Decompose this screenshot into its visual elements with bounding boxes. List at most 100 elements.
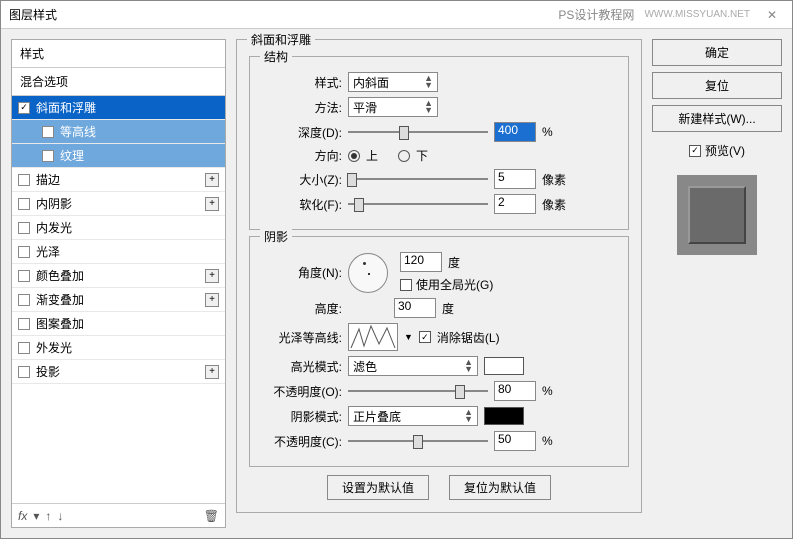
style-item[interactable]: 内阴影 +	[12, 192, 225, 216]
style-checkbox[interactable]	[18, 342, 30, 354]
style-item[interactable]: 描边 +	[12, 168, 225, 192]
style-checkbox[interactable]	[18, 294, 30, 306]
add-effect-icon[interactable]: +	[205, 197, 219, 211]
styles-sidebar: 样式 混合选项 ✓斜面和浮雕等高线纹理描边+内阴影+内发光光泽颜色叠加+渐变叠加…	[11, 39, 226, 528]
angle-input[interactable]: 120	[400, 252, 442, 272]
style-item[interactable]: 投影 +	[12, 360, 225, 384]
style-checkbox[interactable]	[18, 222, 30, 234]
highlight-color-swatch[interactable]	[484, 357, 524, 375]
style-checkbox[interactable]	[18, 270, 30, 282]
style-checkbox[interactable]	[18, 174, 30, 186]
gloss-contour-label: 光泽等高线:	[262, 329, 342, 346]
cancel-button[interactable]: 复位	[652, 72, 782, 99]
style-item[interactable]: 图案叠加	[12, 312, 225, 336]
style-checkbox[interactable]	[18, 198, 30, 210]
style-item-label: 纹理	[60, 147, 84, 164]
method-select[interactable]: 平滑▲▼	[348, 97, 438, 117]
chevron-down-icon[interactable]: ▾	[33, 509, 39, 523]
watermark-url: WWW.MISSYUAN.NET	[644, 9, 750, 20]
add-effect-icon[interactable]: +	[205, 365, 219, 379]
fx-icon[interactable]: fx	[18, 509, 27, 523]
trash-icon[interactable]: 🗑	[204, 509, 219, 523]
style-item-label: 外发光	[36, 339, 72, 356]
style-item[interactable]: 外发光	[12, 336, 225, 360]
ok-button[interactable]: 确定	[652, 39, 782, 66]
method-label: 方法:	[262, 99, 342, 116]
new-style-button[interactable]: 新建样式(W)...	[652, 105, 782, 132]
angle-dial[interactable]	[348, 253, 388, 293]
select-arrows-icon: ▲▼	[464, 409, 473, 423]
add-effect-icon[interactable]: +	[205, 269, 219, 283]
hl-opacity-label: 不透明度(O):	[262, 383, 342, 400]
depth-slider[interactable]	[348, 124, 488, 140]
blend-options[interactable]: 混合选项	[12, 68, 225, 96]
hl-opacity-slider[interactable]	[348, 383, 488, 399]
style-item-label: 颜色叠加	[36, 267, 84, 284]
size-label: 大小(Z):	[262, 171, 342, 188]
style-item-label: 描边	[36, 171, 60, 188]
style-checkbox[interactable]	[42, 126, 54, 138]
preview-thumbnail	[677, 175, 757, 255]
size-slider[interactable]	[348, 171, 488, 187]
style-item[interactable]: 内发光	[12, 216, 225, 240]
layer-style-dialog: 图层样式 PS设计教程网 WWW.MISSYUAN.NET ✕ 样式 混合选项 …	[0, 0, 793, 539]
style-item[interactable]: 渐变叠加+	[12, 288, 225, 312]
style-item[interactable]: 光泽	[12, 240, 225, 264]
style-checkbox[interactable]	[18, 246, 30, 258]
dialog-title: 图层样式	[9, 6, 57, 23]
shadow-color-swatch[interactable]	[484, 407, 524, 425]
style-item-label: 斜面和浮雕	[36, 99, 96, 116]
direction-up-radio[interactable]	[348, 150, 360, 162]
sh-opacity-input[interactable]: 50	[494, 431, 536, 451]
altitude-label: 高度:	[262, 300, 342, 317]
styles-header[interactable]: 样式	[12, 40, 225, 68]
style-checkbox[interactable]: ✓	[18, 102, 30, 114]
close-icon[interactable]: ✕	[760, 6, 784, 24]
set-default-button[interactable]: 设置为默认值	[327, 475, 429, 500]
add-effect-icon[interactable]: +	[205, 173, 219, 187]
depth-label: 深度(D):	[262, 124, 342, 141]
style-item[interactable]: 纹理	[12, 144, 225, 168]
style-item[interactable]: ✓ 斜面和浮雕	[12, 96, 225, 120]
sh-opacity-label: 不透明度(C):	[262, 433, 342, 450]
select-arrows-icon: ▲▼	[424, 100, 433, 114]
px-label: 像素	[542, 171, 566, 188]
bevel-emboss-panel: 斜面和浮雕 结构 样式: 内斜面▲▼ 方法: 平滑▲▼ 深度(D): 400	[236, 39, 642, 528]
style-checkbox[interactable]	[42, 150, 54, 162]
style-item-label: 内阴影	[36, 195, 72, 212]
soften-input[interactable]: 2	[494, 194, 536, 214]
depth-input[interactable]: 400	[494, 122, 536, 142]
right-panel: 确定 复位 新建样式(W)... 预览(V)	[652, 39, 782, 528]
gloss-contour-picker[interactable]	[348, 323, 398, 351]
style-list: ✓斜面和浮雕等高线纹理描边+内阴影+内发光光泽颜色叠加+渐变叠加+图案叠加外发光…	[12, 96, 225, 503]
structure-section: 结构 样式: 内斜面▲▼ 方法: 平滑▲▼ 深度(D): 400 %	[249, 56, 629, 230]
global-light-checkbox[interactable]	[400, 279, 412, 291]
antialias-checkbox[interactable]	[419, 331, 431, 343]
arrow-down-icon[interactable]: ↓	[57, 509, 63, 523]
size-input[interactable]: 5	[494, 169, 536, 189]
watermark-text: PS设计教程网	[558, 6, 634, 23]
direction-down-radio[interactable]	[398, 150, 410, 162]
style-item[interactable]: 颜色叠加 +	[12, 264, 225, 288]
direction-label: 方向:	[262, 147, 342, 164]
add-effect-icon[interactable]: +	[205, 293, 219, 307]
style-item-label: 等高线	[60, 123, 96, 140]
highlight-mode-select[interactable]: 滤色▲▼	[348, 356, 478, 376]
style-checkbox[interactable]	[18, 366, 30, 378]
style-checkbox[interactable]	[18, 318, 30, 330]
style-item-label: 图案叠加	[36, 315, 84, 332]
preview-checkbox[interactable]	[689, 145, 701, 157]
style-item-label: 投影	[36, 363, 60, 380]
style-item-label: 光泽	[36, 243, 60, 260]
style-item[interactable]: 等高线	[12, 120, 225, 144]
altitude-input[interactable]: 30	[394, 298, 436, 318]
soften-slider[interactable]	[348, 196, 488, 212]
chevron-down-icon[interactable]: ▼	[404, 332, 413, 342]
shadow-mode-label: 阴影模式:	[262, 408, 342, 425]
reset-default-button[interactable]: 复位为默认值	[449, 475, 551, 500]
shadow-mode-select[interactable]: 正片叠底▲▼	[348, 406, 478, 426]
style-select[interactable]: 内斜面▲▼	[348, 72, 438, 92]
sh-opacity-slider[interactable]	[348, 433, 488, 449]
arrow-up-icon[interactable]: ↑	[45, 509, 51, 523]
hl-opacity-input[interactable]: 80	[494, 381, 536, 401]
